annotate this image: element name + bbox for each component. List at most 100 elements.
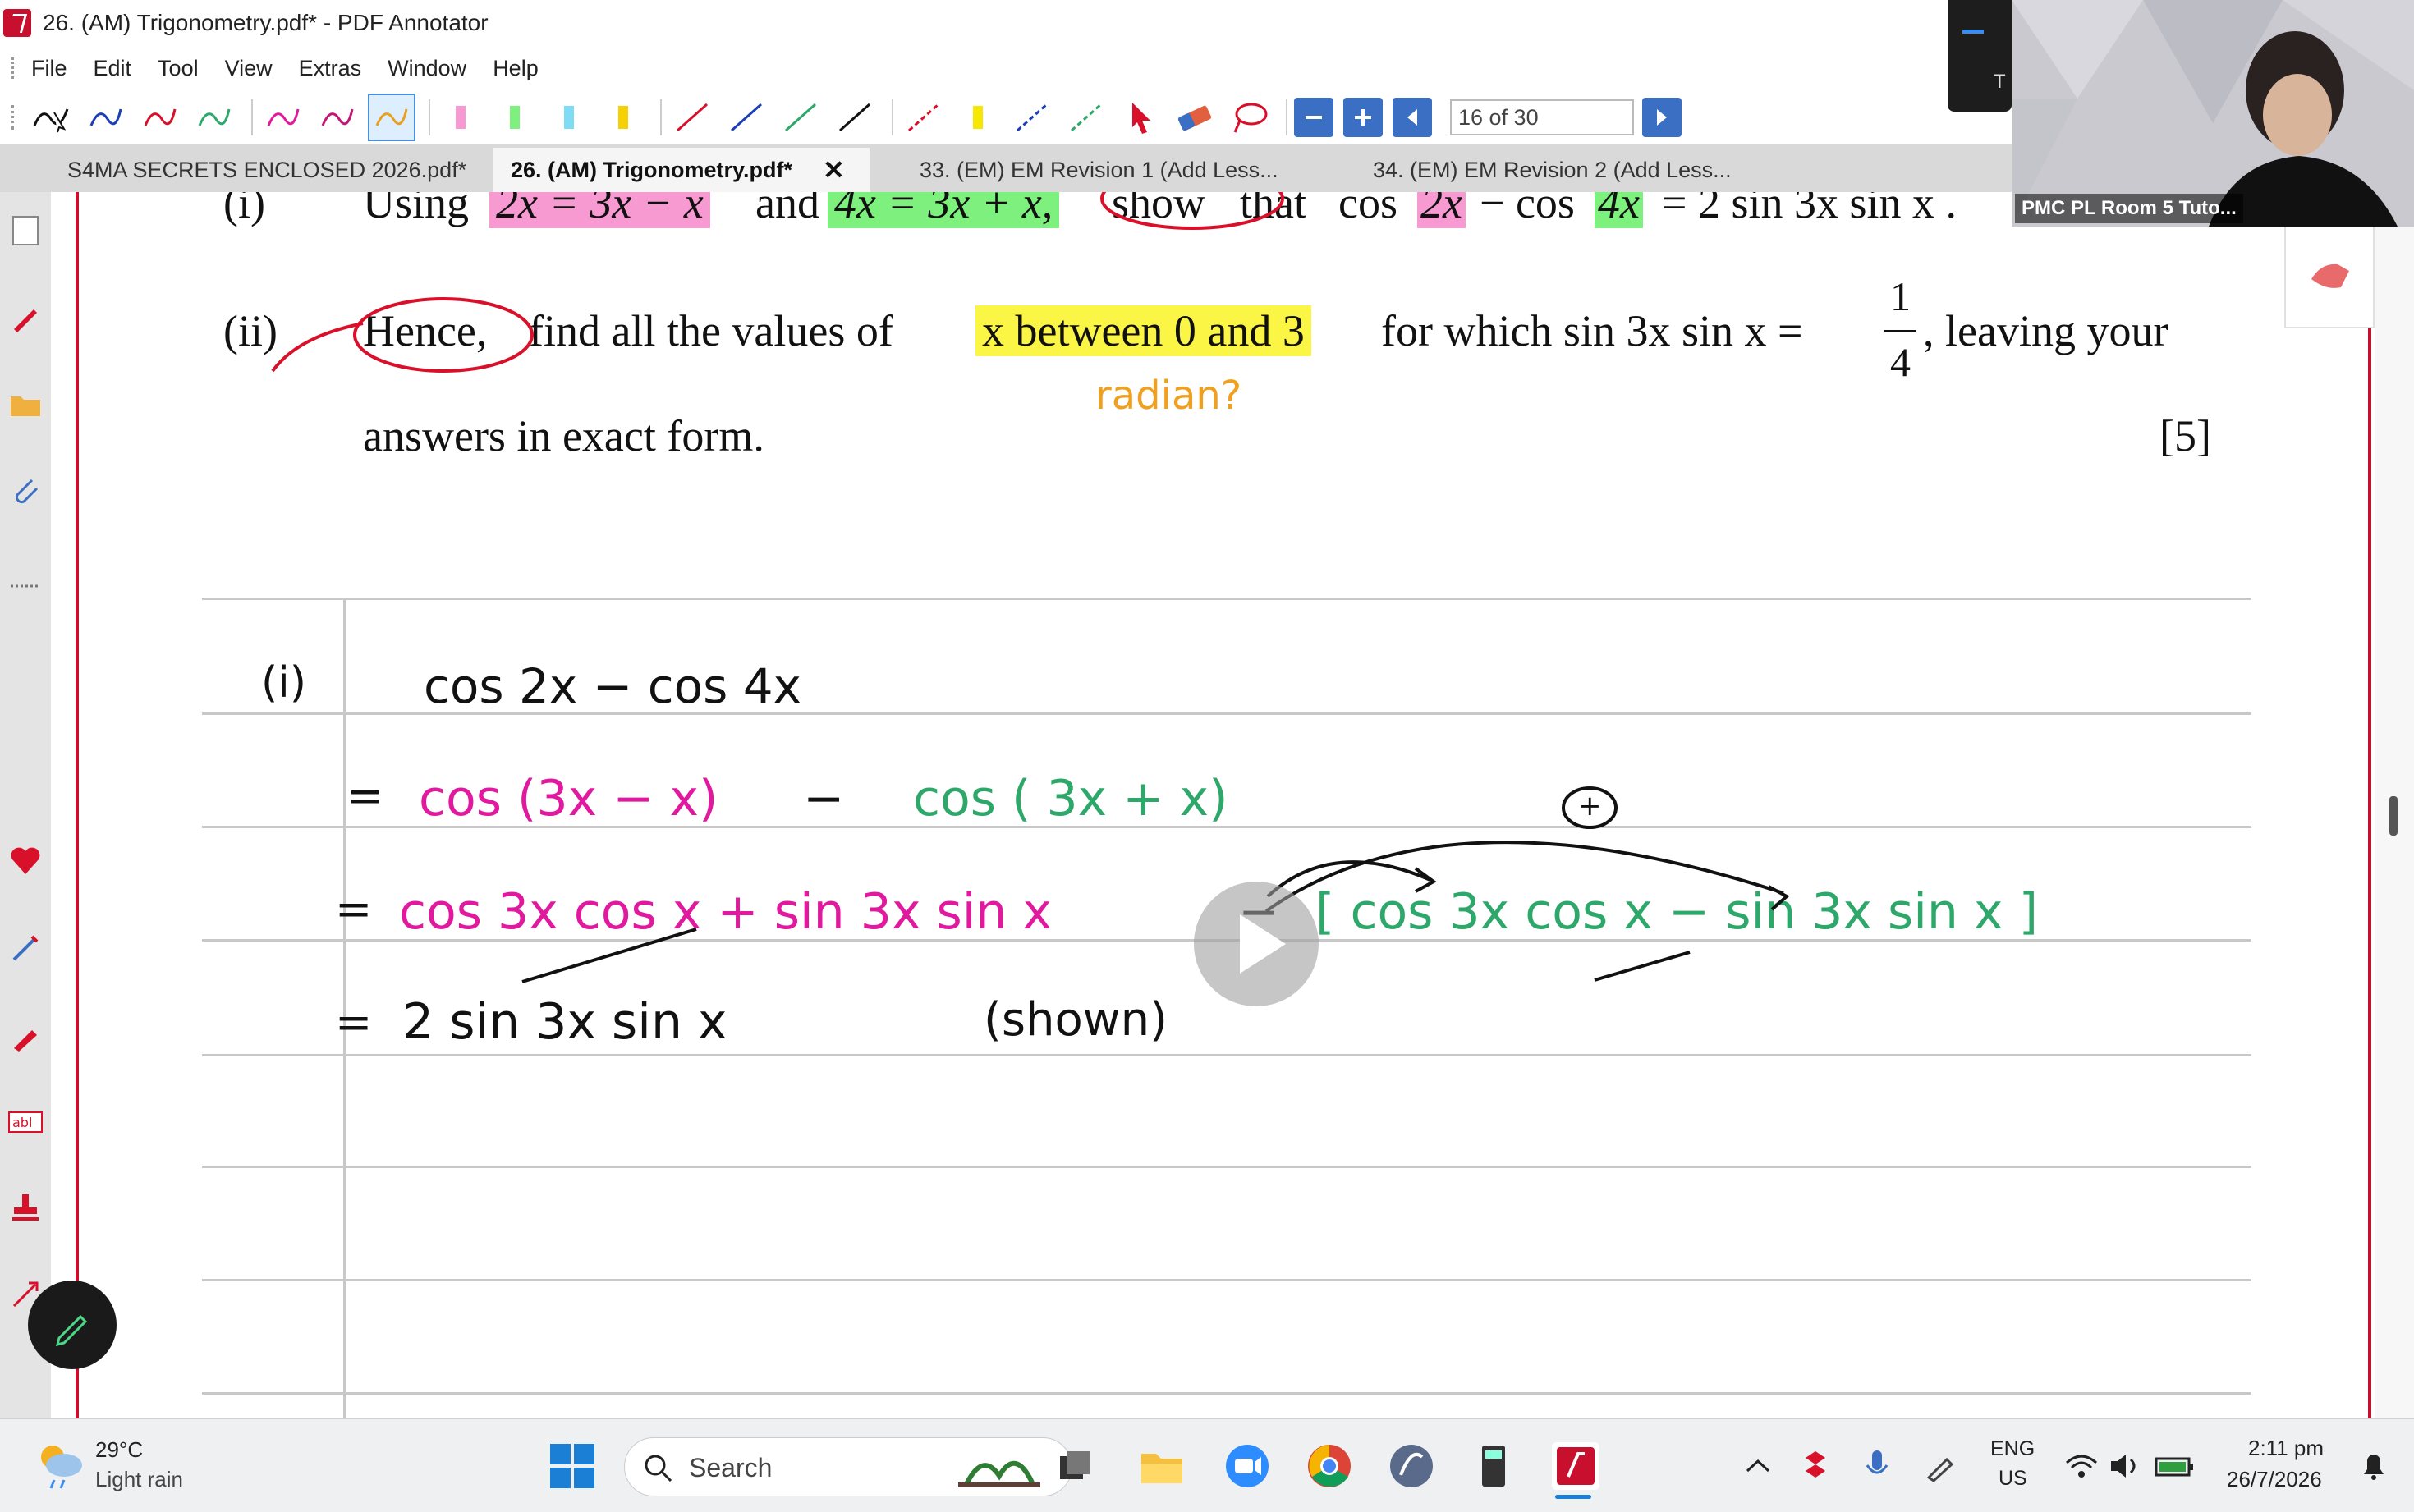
input-language[interactable]: ENG <box>1990 1437 2035 1461</box>
ruled-line <box>202 598 2251 600</box>
participant-video[interactable]: PMC PL Room 5 Tuto... <box>2012 0 2414 227</box>
marker-yellow-icon[interactable] <box>954 94 1002 141</box>
highlighter-yellow-icon[interactable] <box>599 94 647 141</box>
previous-page-button[interactable] <box>1393 98 1432 137</box>
dropbox-icon[interactable] <box>1793 1442 1841 1490</box>
clock-date[interactable]: 26/7/2026 <box>2227 1467 2322 1492</box>
pen-tool-icon[interactable] <box>7 299 44 337</box>
menu-view[interactable]: View <box>225 56 273 81</box>
video-play-button[interactable] <box>1194 882 1319 1006</box>
pen-red-icon[interactable] <box>136 94 184 141</box>
file-explorer-icon[interactable] <box>1138 1442 1186 1490</box>
pen-orange-icon[interactable] <box>368 94 415 141</box>
tab-em-revision-1[interactable]: 33. (EM) EM Revision 1 (Add Less... <box>920 148 1347 192</box>
microphone-icon[interactable] <box>1856 1442 1903 1490</box>
line-green-icon[interactable] <box>777 94 824 141</box>
pen-green-icon[interactable] <box>190 94 238 141</box>
lasso-icon[interactable] <box>1225 94 1273 141</box>
page-icon[interactable] <box>7 212 44 250</box>
ruled-line <box>202 1279 2251 1281</box>
document-tab-bar: S4MA SECRETS ENCLOSED 2026.pdf* 26. (AM)… <box>0 144 2012 192</box>
text-box-icon[interactable]: abl <box>7 1103 44 1141</box>
windows-start-icon[interactable] <box>548 1442 596 1490</box>
close-icon[interactable]: ✕ <box>823 148 845 192</box>
ruled-line <box>202 1392 2251 1395</box>
toolbar-separator <box>660 99 662 135</box>
ruled-line <box>202 1054 2251 1056</box>
tab-s4ma-secrets[interactable]: S4MA SECRETS ENCLOSED 2026.pdf* <box>67 148 494 192</box>
menu-window[interactable]: Window <box>388 56 466 81</box>
wifi-icon[interactable] <box>2058 1442 2105 1490</box>
chrome-icon[interactable] <box>1306 1442 1353 1490</box>
page-number-field[interactable]: 16 of 30 <box>1450 99 1634 135</box>
tab-label: S4MA SECRETS ENCLOSED 2026.pdf* <box>67 158 467 182</box>
battery-icon[interactable] <box>2151 1442 2199 1490</box>
pen-pink-icon[interactable] <box>314 94 361 141</box>
line-black-icon[interactable] <box>831 94 879 141</box>
chevron-up-icon[interactable] <box>1734 1442 1782 1490</box>
brush-icon[interactable] <box>7 929 44 967</box>
search-icon <box>645 1455 672 1482</box>
scrollbar-thumb[interactable] <box>2389 796 2398 836</box>
pen-input-icon[interactable] <box>1916 1442 1964 1490</box>
attachment-icon[interactable] <box>7 471 44 509</box>
draw-mode-button[interactable] <box>28 1281 117 1369</box>
clock-time[interactable]: 2:11 pm <box>2248 1436 2324 1461</box>
heart-icon[interactable] <box>7 842 44 880</box>
pointer-icon[interactable] <box>1117 94 1164 141</box>
zoom-app-icon[interactable] <box>1223 1442 1271 1490</box>
dashed-line-blue-icon[interactable] <box>1008 94 1056 141</box>
input-region[interactable]: US <box>1999 1467 2027 1491</box>
weather-condition[interactable]: Light rain <box>95 1467 183 1492</box>
plus-annotation: + <box>1578 790 1602 822</box>
app-icon-swirl[interactable] <box>1388 1442 1435 1490</box>
highlighter-pink-icon[interactable] <box>437 94 484 141</box>
highlighter-green-icon[interactable] <box>491 94 539 141</box>
tab-am-trigonometry[interactable]: 26. (AM) Trigonometry.pdf* ✕ <box>493 148 870 192</box>
highlighter-tool-icon[interactable] <box>7 1018 44 1056</box>
menu-help[interactable]: Help <box>493 56 539 81</box>
folder-icon[interactable] <box>7 386 44 424</box>
toolbar-separator <box>429 99 430 135</box>
taskbar-search[interactable]: Search <box>624 1437 1072 1496</box>
stamp-icon[interactable] <box>7 1189 44 1226</box>
toolbar-grip <box>11 105 16 130</box>
menu-tool[interactable]: Tool <box>158 56 199 81</box>
meeting-minimized-window[interactable]: T <box>1948 0 2012 112</box>
windows-taskbar: 29°C Light rain Search ENG US 2:11 pm 26… <box>0 1418 2414 1512</box>
notification-icon[interactable] <box>2350 1442 2398 1490</box>
tab-em-revision-2[interactable]: 34. (EM) EM Revision 2 (Add Less... <box>1373 148 1800 192</box>
menu-file[interactable]: File <box>31 56 67 81</box>
zoom-in-button[interactable] <box>1343 98 1383 137</box>
next-page-button[interactable] <box>1642 98 1682 137</box>
pdf-annotator-taskbar-icon[interactable] <box>1552 1442 1599 1490</box>
pdf-page[interactable]: (i) Using 2x = 3x − x and 4x = 3x + x, s… <box>51 192 2375 1418</box>
toolbar-separator <box>251 99 253 135</box>
line-blue-icon[interactable] <box>723 94 770 141</box>
scrollbar[interactable] <box>2375 192 2414 1418</box>
tab-label: 34. (EM) EM Revision 2 (Add Less... <box>1373 158 1732 182</box>
tab-label: 26. (AM) Trigonometry.pdf* <box>511 158 793 182</box>
toolbar: 16 of 30 <box>0 90 2012 144</box>
calculator-icon[interactable] <box>1470 1442 1517 1490</box>
pen-magenta-icon[interactable] <box>259 94 307 141</box>
pen-black-icon[interactable] <box>28 94 76 141</box>
line-red-icon[interactable] <box>668 94 716 141</box>
pdf-annotator-icon <box>3 9 31 37</box>
weather-rain-icon[interactable] <box>33 1437 87 1491</box>
minimize-icon[interactable] <box>1962 30 1984 34</box>
raise-hand-icon[interactable] <box>2284 222 2375 328</box>
zoom-out-button[interactable] <box>1294 98 1333 137</box>
menu-edit[interactable]: Edit <box>94 56 132 81</box>
volume-icon[interactable] <box>2102 1442 2150 1490</box>
task-view-icon[interactable] <box>1051 1442 1099 1490</box>
pen-blue-icon[interactable] <box>82 94 130 141</box>
dashed-line-red-icon[interactable] <box>900 94 948 141</box>
dashed-line-green-icon[interactable] <box>1062 94 1110 141</box>
weather-temperature[interactable]: 29°C <box>95 1437 143 1463</box>
meeting-mini-label: T <box>1994 71 2006 93</box>
eraser-icon[interactable] <box>1171 94 1218 141</box>
highlighter-cyan-icon[interactable] <box>545 94 593 141</box>
menu-extras[interactable]: Extras <box>299 56 362 81</box>
radian-annotation: radian? <box>1095 373 1242 419</box>
